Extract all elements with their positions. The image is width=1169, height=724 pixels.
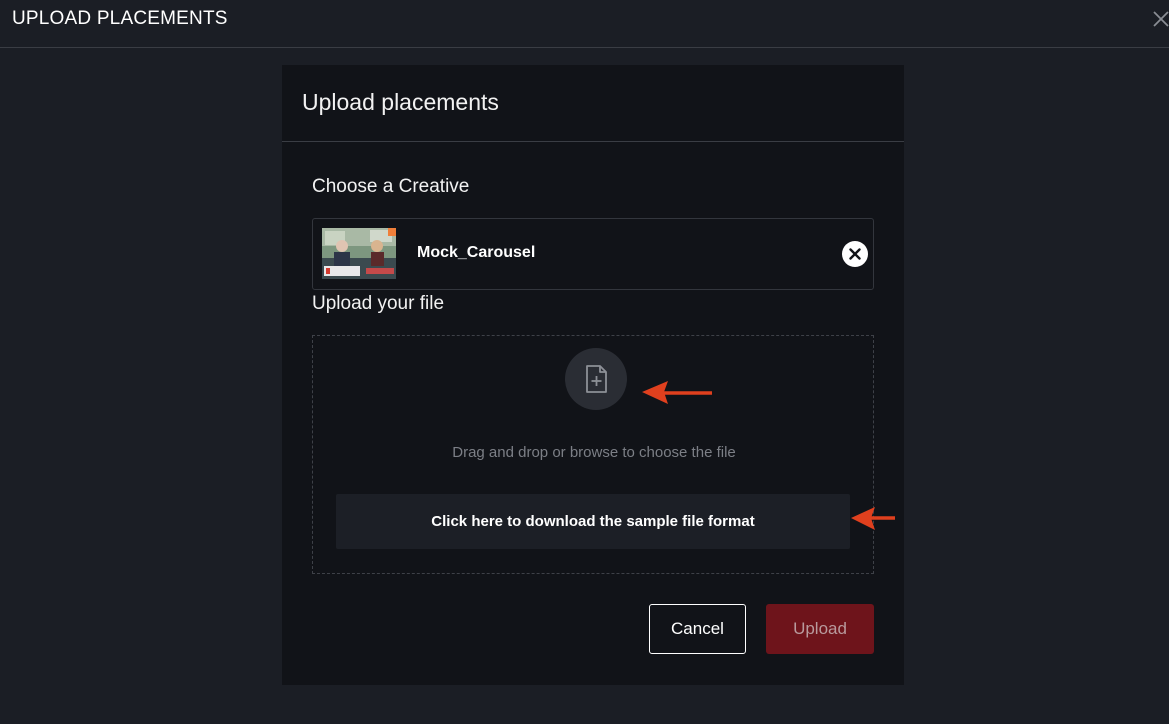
browse-file-button[interactable] [565, 348, 627, 410]
top-bar: UPLOAD PLACEMENTS [0, 0, 1169, 48]
drop-instructions: Drag and drop or browse to choose the fi… [452, 444, 736, 461]
upload-placements-modal: Upload placements Choose a Creative Mock… [282, 65, 904, 685]
modal-header: Upload placements [282, 65, 904, 142]
creative-name: Mock_Carousel [417, 244, 536, 261]
remove-circle-icon [849, 248, 861, 260]
close-icon[interactable] [1150, 8, 1169, 30]
upload-button[interactable]: Upload [766, 604, 874, 654]
selected-creative[interactable]: Mock_Carousel [312, 218, 874, 290]
upload-file-label: Upload your file [312, 293, 445, 314]
creative-thumbnail [322, 228, 396, 279]
file-dropzone[interactable]: Drag and drop or browse to choose the fi… [312, 335, 874, 574]
page-title: UPLOAD PLACEMENTS [12, 8, 228, 29]
annotation-arrow-icon [642, 381, 712, 404]
annotation-arrow-icon [851, 507, 895, 530]
cancel-button[interactable]: Cancel [649, 604, 746, 654]
file-plus-icon [586, 365, 607, 393]
download-sample-button[interactable]: Click here to download the sample file f… [336, 494, 850, 549]
choose-creative-label: Choose a Creative [312, 176, 470, 197]
remove-creative-button[interactable] [842, 241, 868, 267]
modal-title: Upload placements [302, 89, 499, 115]
